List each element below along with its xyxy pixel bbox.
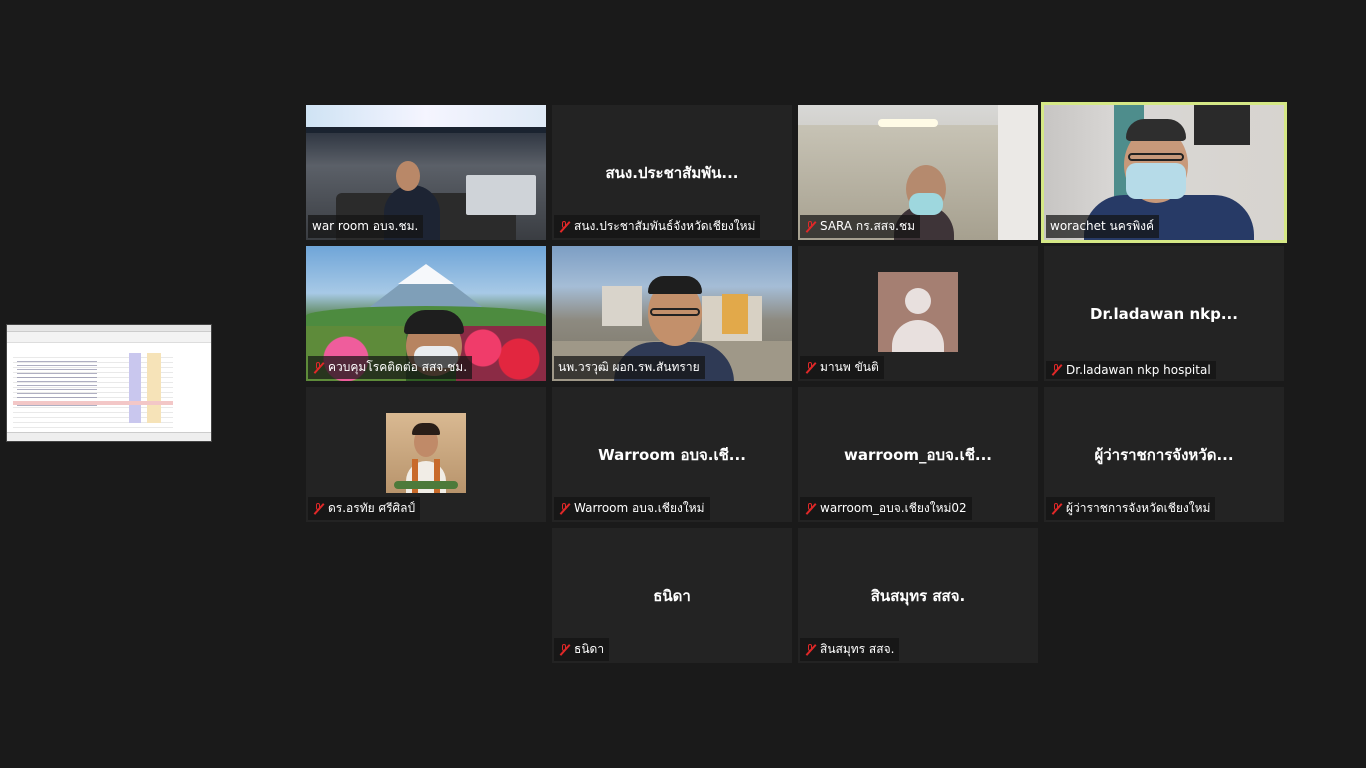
participant-tile-war-room[interactable]: war room อบจ.ชม.	[306, 105, 546, 240]
mic-muted-icon	[312, 502, 324, 515]
participant-name-label: สินสมุทร สสจ.	[800, 638, 900, 661]
mic-muted-icon	[804, 643, 816, 656]
mic-muted-icon	[804, 220, 816, 233]
default-avatar-icon	[878, 272, 958, 352]
participant-name-label: ควบคุมโรคติดต่อ สสจ.ชม.	[308, 356, 473, 379]
participant-name-label: war room อบจ.ชม.	[308, 215, 424, 238]
participant-name-label: ธนิดา	[554, 638, 610, 661]
participant-tile-ladawan[interactable]: Dr.ladawan nkp... Dr.ladawan nkp hospita…	[1044, 246, 1284, 381]
spreadsheet-toolbar	[7, 332, 211, 343]
participant-name-label: SARA กร.สสจ.ชม	[800, 215, 920, 238]
mic-muted-icon	[1050, 502, 1062, 515]
participant-display-name: ธนิดา	[653, 586, 691, 605]
participant-tile-pr-chiangmai[interactable]: สนง.ประชาสัมพัน... สนง.ประชาสัมพันธ์จังห…	[552, 105, 792, 240]
participant-name-label: Dr.ladawan nkp hospital	[1046, 361, 1216, 379]
participant-tile-governor[interactable]: ผู้ว่าราชการจังหวัด... ผู้ว่าราชการจังหว…	[1044, 387, 1284, 522]
participant-name-label: ดร.อรทัย ศรีศิลป์	[308, 497, 421, 520]
spreadsheet-titlebar	[7, 325, 211, 332]
spreadsheet-sheet-tabs	[7, 432, 211, 441]
participant-name-label: Warroom อบจ.เชียงใหม่	[554, 497, 710, 520]
spreadsheet-highlight-row	[13, 401, 173, 405]
participant-tile-disease-control[interactable]: ควบคุมโรคติดต่อ สสจ.ชม.	[306, 246, 546, 381]
participant-tile-thanida[interactable]: ธนิดา ธนิดา	[552, 528, 792, 663]
participant-name-label: มานพ ขันติ	[800, 356, 884, 379]
participant-tile-warroom-2[interactable]: warroom_อบจ.เชี... warroom_อบจ.เชียงใหม่…	[798, 387, 1038, 522]
participant-display-name: warroom_อบจ.เชี...	[844, 445, 992, 464]
mic-muted-icon	[1050, 364, 1062, 376]
participant-tile-warroom-1[interactable]: Warroom อบจ.เชี... Warroom อบจ.เชียงใหม่	[552, 387, 792, 522]
participant-name-label: warroom_อบจ.เชียงใหม่02	[800, 497, 972, 520]
participant-tile-orathai[interactable]: ดร.อรทัย ศรีศิลป์	[306, 387, 546, 522]
participant-name-label: สนง.ประชาสัมพันธ์จังหวัดเชียงใหม่	[554, 215, 761, 238]
participant-display-name: สนง.ประชาสัมพัน...	[605, 163, 739, 182]
spreadsheet-highlight-column	[147, 353, 161, 423]
participant-display-name: สินสมุทร สสจ.	[870, 586, 966, 605]
participant-name-label: นพ.วรวุฒิ ผอก.รพ.สันทราย	[554, 356, 705, 379]
participant-display-name: ผู้ว่าราชการจังหวัด...	[1094, 445, 1234, 464]
participant-display-name: Warroom อบจ.เชี...	[598, 445, 746, 464]
participant-name-label: worachet นครพิงค์	[1046, 215, 1160, 238]
participant-tile-sansai-hospital[interactable]: นพ.วรวุฒิ ผอก.รพ.สันทราย	[552, 246, 792, 381]
mic-muted-icon	[312, 361, 324, 374]
spreadsheet-highlight-column	[129, 353, 141, 423]
participant-display-name: Dr.ladawan nkp...	[1090, 304, 1238, 323]
participant-tile-manop[interactable]: มานพ ขันติ	[798, 246, 1038, 381]
mic-muted-icon	[804, 502, 816, 515]
mic-muted-icon	[558, 220, 570, 233]
participant-name-label: ผู้ว่าราชการจังหวัดเชียงใหม่	[1046, 497, 1216, 520]
mic-muted-icon	[804, 361, 816, 374]
screen-share-thumbnail[interactable]	[6, 324, 212, 442]
profile-photo	[386, 413, 466, 493]
participant-tile-sinsamut[interactable]: สินสมุทร สสจ. สินสมุทร สสจ.	[798, 528, 1038, 663]
mic-muted-icon	[558, 643, 570, 656]
participant-tile-sara[interactable]: SARA กร.สสจ.ชม	[798, 105, 1038, 240]
mic-muted-icon	[558, 502, 570, 515]
participant-tile-worachet[interactable]: worachet นครพิงค์	[1041, 102, 1287, 243]
